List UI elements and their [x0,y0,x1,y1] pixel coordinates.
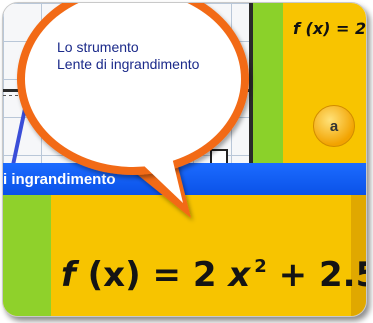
formula-coef: 2 [192,255,217,295]
screenshot-frame: f (x) = 2 a i ingrandimento f (x) = 2 x2… [2,2,367,317]
formula-f: f [61,255,76,295]
formula-equals: = [152,255,182,295]
formula-x-paren: (x) [87,255,141,295]
magnified-formula: f (x) = 2 x2 + 2.5 x [61,255,366,295]
callout-line-1: Lo strumento [57,39,139,55]
a-button[interactable]: a [313,105,355,147]
callout-bubble: Lo strumento Lente di ingrandimento [13,3,261,253]
callout-text: Lo strumento Lente di ingrandimento [57,39,199,73]
formula-var: x [228,255,251,295]
formula-coef2: 2.5 [319,255,366,295]
formula-snippet: f (x) = 2 [293,19,367,38]
formula-plus: + [278,255,308,295]
callout-line-2: Lente di ingrandimento [57,56,200,72]
formula-exponent: 2 [254,255,267,277]
